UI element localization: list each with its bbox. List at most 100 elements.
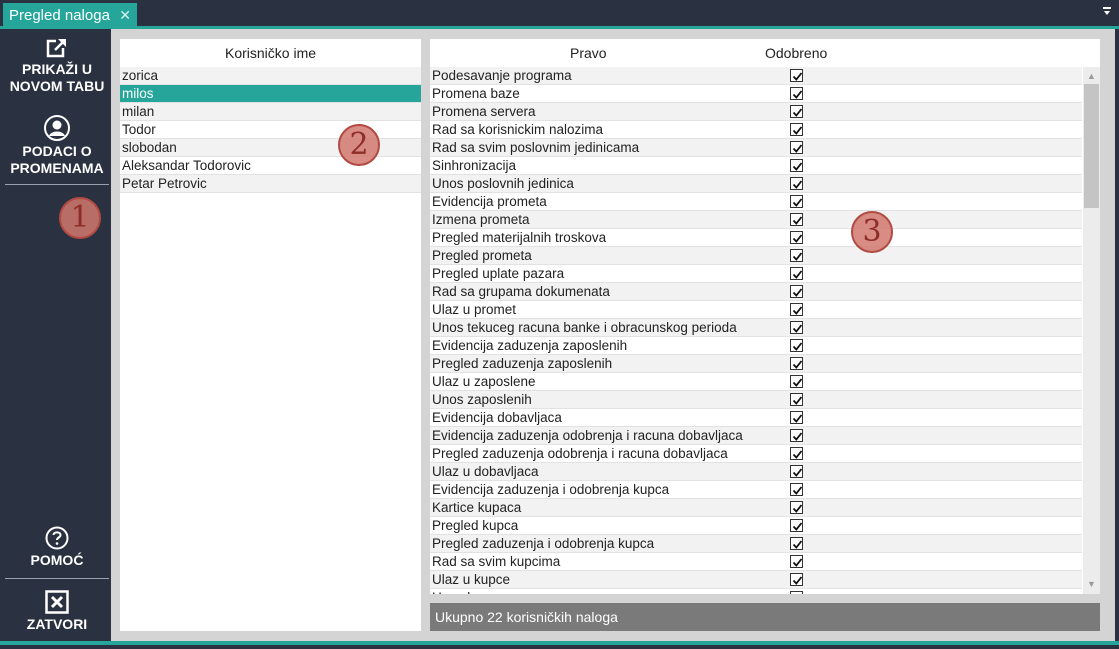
approved-checkbox[interactable] bbox=[790, 267, 803, 280]
check-icon bbox=[792, 522, 803, 531]
sidebar: PRIKAŽI U NOVOM TABU PODACI O PROMENAMA … bbox=[3, 29, 111, 641]
approved-checkbox[interactable] bbox=[790, 321, 803, 334]
check-icon bbox=[792, 593, 803, 594]
close-label: ZATVORI bbox=[26, 616, 88, 632]
scrollbar-thumb[interactable] bbox=[1084, 84, 1099, 208]
right-name: Evidencija prometa bbox=[432, 194, 547, 209]
approved-checkbox[interactable] bbox=[790, 285, 803, 298]
approved-checkbox[interactable] bbox=[790, 375, 803, 388]
bottom-accent-line bbox=[0, 641, 1119, 645]
right-name: Rad sa korisnickim nalozima bbox=[432, 122, 604, 137]
scroll-up-icon[interactable]: ▲ bbox=[1087, 71, 1096, 81]
right-name: Pregled prometa bbox=[432, 248, 532, 263]
user-row[interactable]: Petar Petrovic bbox=[120, 175, 421, 193]
approved-checkbox[interactable] bbox=[790, 159, 803, 172]
right-row: Evidencija dobavljaca bbox=[430, 409, 1082, 427]
approved-checkbox[interactable] bbox=[790, 501, 803, 514]
open-in-new-tab-button[interactable]: PRIKAŽI U NOVOM TABU bbox=[3, 37, 111, 95]
annotation-marker-1: 1 bbox=[59, 197, 101, 239]
right-row: Pregled zaduzenja i odobrenja kupca bbox=[430, 535, 1082, 553]
check-icon bbox=[792, 342, 803, 351]
annotation-marker-3: 3 bbox=[851, 211, 893, 253]
change-info-button[interactable]: PODACI O PROMENAMA bbox=[3, 115, 111, 177]
user-row[interactable]: Aleksandar Todorovic bbox=[120, 157, 421, 175]
users-list: Korisničko ime zorica milos milan Todor slob… bbox=[120, 39, 421, 631]
change-info-label-2: PROMENAMA bbox=[10, 160, 104, 176]
annotation-marker-2: 2 bbox=[338, 124, 380, 166]
tab-close-icon[interactable]: ✕ bbox=[119, 7, 131, 24]
approved-checkbox[interactable] bbox=[790, 213, 803, 226]
user-row[interactable]: milan bbox=[120, 103, 421, 121]
approved-checkbox[interactable] bbox=[790, 339, 803, 352]
check-icon bbox=[792, 72, 803, 81]
right-row: Promena baze bbox=[430, 85, 1082, 103]
check-icon bbox=[792, 90, 803, 99]
check-icon bbox=[792, 108, 803, 117]
tab-title: Pregled naloga bbox=[9, 7, 110, 24]
help-icon bbox=[45, 526, 69, 550]
user-row[interactable]: zorica bbox=[120, 67, 421, 85]
check-icon bbox=[792, 180, 803, 189]
right-name: Izmena prometa bbox=[432, 212, 530, 227]
approved-checkbox[interactable] bbox=[790, 537, 803, 550]
approved-checkbox[interactable] bbox=[790, 303, 803, 316]
approved-checkbox[interactable] bbox=[790, 447, 803, 460]
right-name: Unos kupaca bbox=[432, 590, 511, 594]
right-name: Promena baze bbox=[432, 86, 520, 101]
approved-checkbox[interactable] bbox=[790, 231, 803, 244]
approved-checkbox[interactable] bbox=[790, 141, 803, 154]
scroll-down-icon[interactable]: ▼ bbox=[1087, 579, 1096, 589]
help-button[interactable]: POMOĆ bbox=[3, 526, 111, 569]
approved-checkbox[interactable] bbox=[790, 465, 803, 478]
change-info-label-1: PODACI O bbox=[22, 143, 92, 159]
right-name: Ulaz u promet bbox=[432, 302, 517, 317]
approved-checkbox[interactable] bbox=[790, 393, 803, 406]
right-name: Pregled uplate pazara bbox=[432, 266, 565, 281]
check-icon bbox=[792, 270, 803, 279]
right-name: Evidencija zaduzenja zaposlenih bbox=[432, 338, 628, 353]
approved-checkbox[interactable] bbox=[790, 411, 803, 424]
check-icon bbox=[792, 486, 803, 495]
approved-checkbox[interactable] bbox=[790, 249, 803, 262]
check-icon bbox=[792, 576, 803, 585]
rights-scrollbar[interactable]: ▲ ▼ bbox=[1083, 67, 1100, 594]
right-row: Evidencija zaduzenja odobrenja i racuna … bbox=[430, 427, 1082, 445]
right-name: Rad sa svim kupcima bbox=[432, 554, 561, 569]
approved-checkbox[interactable] bbox=[790, 483, 803, 496]
check-icon bbox=[792, 324, 803, 333]
check-icon bbox=[792, 540, 803, 549]
approved-checkbox[interactable] bbox=[790, 357, 803, 370]
right-name: Pregled zaduzenja i odobrenja kupca bbox=[432, 536, 655, 551]
close-button[interactable]: ZATVORI bbox=[3, 590, 111, 633]
check-icon bbox=[792, 558, 803, 567]
help-label: POMOĆ bbox=[30, 552, 84, 568]
user-row[interactable]: milos bbox=[120, 85, 421, 103]
check-icon bbox=[792, 450, 803, 459]
approved-checkbox[interactable] bbox=[790, 177, 803, 190]
approved-checkbox[interactable] bbox=[790, 123, 803, 136]
right-name: Unos tekuceg racuna banke i obracunskog … bbox=[432, 320, 737, 335]
approved-checkbox[interactable] bbox=[790, 555, 803, 568]
right-row: Ulaz u dobavljaca bbox=[430, 463, 1082, 481]
right-row: Evidencija zaduzenja zaposlenih bbox=[430, 337, 1082, 355]
right-row: Rad sa svim poslovnim jedinicama bbox=[430, 139, 1082, 157]
approved-checkbox[interactable] bbox=[790, 573, 803, 586]
tab-pregled-naloga[interactable]: Pregled naloga ✕ bbox=[3, 3, 137, 28]
tab-menu-icon[interactable] bbox=[1103, 6, 1113, 16]
check-icon bbox=[792, 288, 803, 297]
approved-checkbox[interactable] bbox=[790, 87, 803, 100]
approved-checkbox[interactable] bbox=[790, 69, 803, 82]
right-row: Evidencija prometa bbox=[430, 193, 1082, 211]
right-name: Rad sa grupama dokumenata bbox=[432, 284, 610, 299]
right-row: Unos zaposlenih bbox=[430, 391, 1082, 409]
right-row: Pregled zaduzenja odobrenja i racuna dob… bbox=[430, 445, 1082, 463]
approved-checkbox[interactable] bbox=[790, 105, 803, 118]
approved-checkbox[interactable] bbox=[790, 195, 803, 208]
approved-checkbox[interactable] bbox=[790, 519, 803, 532]
right-row: Promena servera bbox=[430, 103, 1082, 121]
approved-column-header: Odobreno bbox=[765, 45, 828, 61]
approved-checkbox[interactable] bbox=[790, 429, 803, 442]
right-row: Podesavanje programa bbox=[430, 67, 1082, 85]
approved-checkbox[interactable] bbox=[790, 591, 803, 594]
right-name: Evidencija zaduzenja odobrenja i racuna … bbox=[432, 428, 743, 443]
